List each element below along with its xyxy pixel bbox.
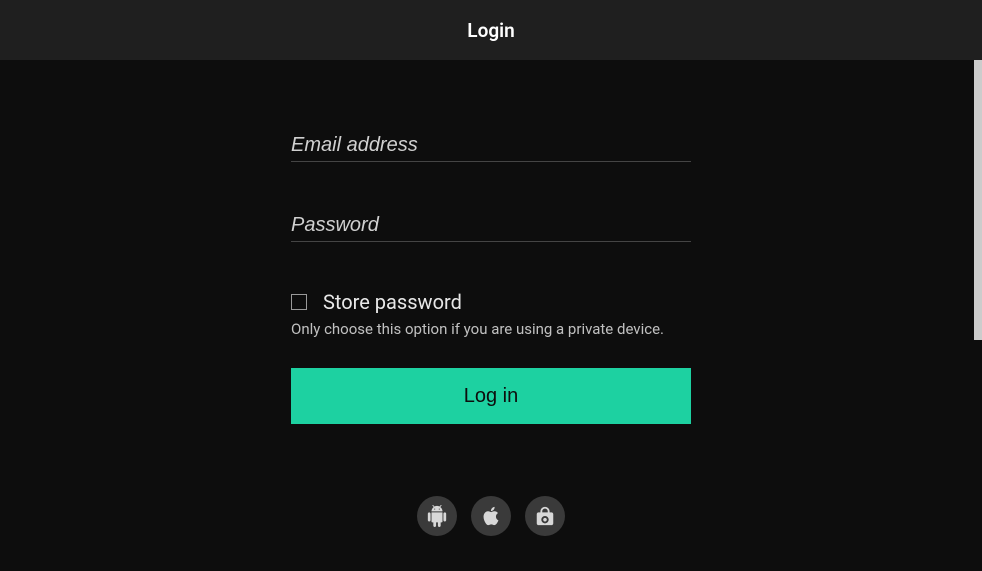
login-form: Store password Only choose this option i… [291,130,691,424]
main-content: Store password Only choose this option i… [0,60,982,424]
android-icon[interactable] [417,496,457,536]
store-password-row: Store password [291,290,691,314]
store-password-label: Store password [323,290,462,314]
email-input[interactable] [291,130,691,162]
apple-icon[interactable] [471,496,511,536]
footer-icons [0,496,982,536]
password-input[interactable] [291,210,691,242]
login-button[interactable]: Log in [291,368,691,424]
camera-icon[interactable] [525,496,565,536]
store-password-hint: Only choose this option if you are using… [291,320,691,338]
page-title: Login [467,19,514,42]
scrollbar[interactable] [974,60,982,340]
header: Login [0,0,982,60]
email-field-wrapper [291,130,691,162]
password-field-wrapper [291,210,691,242]
store-password-checkbox[interactable] [291,294,307,310]
